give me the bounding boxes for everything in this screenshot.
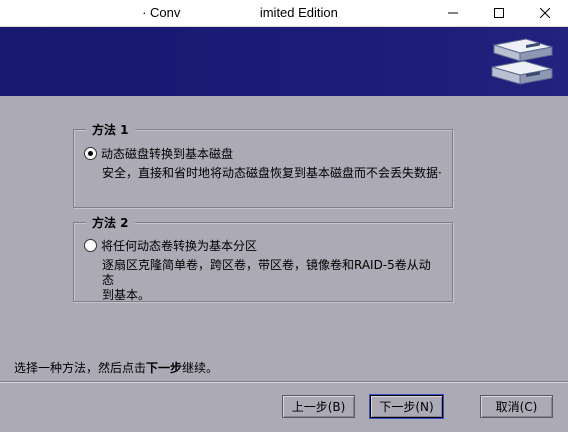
minimize-button[interactable] [430,0,476,26]
method-2-option-label: 将任何动态卷转换为基本分区 [101,239,258,253]
maximize-icon [494,8,504,18]
method-2-option[interactable]: 将任何动态卷转换为基本分区 [84,237,257,254]
method-2-group: 方法 2 将任何动态卷转换为基本分区 逐扇区克隆简单卷，跨区卷，带区卷，镜像卷和… [73,214,453,303]
window-title: · Conv imited Edition [142,5,338,20]
method-1-option[interactable]: 动态磁盘转换到基本磁盘 [84,145,233,162]
method-1-description: 安全，直接和省时地将动态磁盘恢复到基本磁盘而不会丢失数据· [102,166,442,180]
minimize-icon [448,12,458,14]
radio-selected-dot [88,151,93,156]
instruction-prefix: 选择一种方法，然后点击 [14,361,147,375]
close-button[interactable] [522,0,568,26]
method-1-radio[interactable] [84,147,97,160]
instruction-text: 选择一种方法，然后点击下一步继续。 [14,359,218,376]
next-button[interactable]: 下一步(N) [370,395,443,418]
method-2-description-line-2: 到基本。 [102,288,151,302]
method-2-description: 逐扇区克隆简单卷，跨区卷，带区卷，镜像卷和RAID-5卷从动态 到基本。 [102,258,442,303]
method-2-legend: 方法 2 [86,214,135,231]
method-2-radio[interactable] [84,239,97,252]
method-1-legend: 方法 1 [86,121,135,138]
method-1-group: 方法 1 动态磁盘转换到基本磁盘 安全，直接和省时地将动态磁盘恢复到基本磁盘而不… [73,121,453,208]
back-button[interactable]: 上一步(B) [282,395,355,418]
method-1-option-label: 动态磁盘转换到基本磁盘 [101,147,234,161]
instruction-emphasis: 下一步 [146,361,183,375]
close-icon [540,8,550,18]
instruction-suffix: 继续。 [182,361,219,375]
title-bar: · Conv imited Edition [0,0,568,27]
disk-conversion-icon [491,38,553,85]
maximize-button[interactable] [476,0,522,26]
footer-divider-highlight [0,382,568,383]
cancel-button[interactable]: 取消(C) [480,395,553,418]
header-banner [0,27,568,96]
method-2-description-line-1: 逐扇区克隆简单卷，跨区卷，带区卷，镜像卷和RAID-5卷从动态 [102,258,431,287]
